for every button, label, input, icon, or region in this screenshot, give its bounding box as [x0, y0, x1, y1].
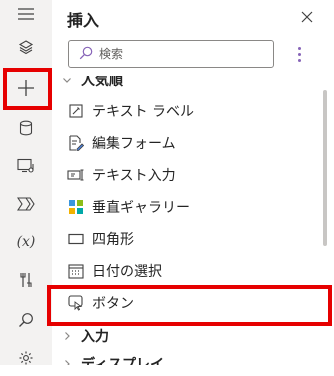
list-scrollbar[interactable] — [323, 90, 327, 246]
list-item-edit-form[interactable]: 編集フォーム — [53, 127, 315, 159]
chevron-right-icon — [53, 331, 81, 341]
variable-icon[interactable]: (x) — [2, 224, 50, 260]
text-label-icon — [65, 102, 87, 120]
button-item-highlight-box — [47, 285, 332, 326]
section-popular[interactable]: 人気順 — [53, 76, 313, 92]
settings-icon[interactable] — [2, 340, 50, 376]
search-icon[interactable] — [2, 302, 50, 338]
more-vertical-icon[interactable] — [292, 42, 306, 66]
media-icon[interactable] — [2, 148, 50, 184]
section-input[interactable]: 入力 — [53, 324, 313, 348]
list-item-text-input[interactable]: テキスト入力 — [53, 159, 315, 191]
close-icon[interactable] — [295, 5, 319, 29]
text-input-icon — [65, 166, 87, 184]
database-icon[interactable] — [2, 110, 50, 146]
search-box[interactable] — [68, 40, 274, 68]
search-icon — [79, 45, 93, 64]
list-item-date-picker[interactable]: 日付の選択 — [53, 255, 315, 287]
search-input[interactable] — [99, 47, 259, 61]
list-item-gallery[interactable]: 垂直ギャラリー — [53, 191, 315, 223]
chevron-right-icon — [53, 359, 81, 365]
calendar-icon — [65, 262, 87, 280]
layers-icon[interactable] — [2, 29, 50, 65]
tools-icon[interactable] — [2, 262, 50, 298]
hamburger-menu-icon[interactable] — [2, 0, 50, 32]
power-automate-icon[interactable] — [2, 186, 50, 222]
chevron-down-icon — [53, 76, 81, 85]
list-item-rectangle[interactable]: 四角形 — [53, 223, 315, 255]
plus-highlight-box — [3, 68, 52, 110]
gallery-icon — [65, 198, 87, 216]
section-display[interactable]: ディスプレイ — [53, 352, 313, 365]
list-item-text-label[interactable]: テキスト ラベル — [53, 95, 315, 127]
left-rail: (x) — [0, 0, 52, 365]
pane-title: 挿入 — [67, 11, 100, 30]
edit-form-icon — [65, 134, 87, 152]
rectangle-icon — [65, 230, 87, 248]
